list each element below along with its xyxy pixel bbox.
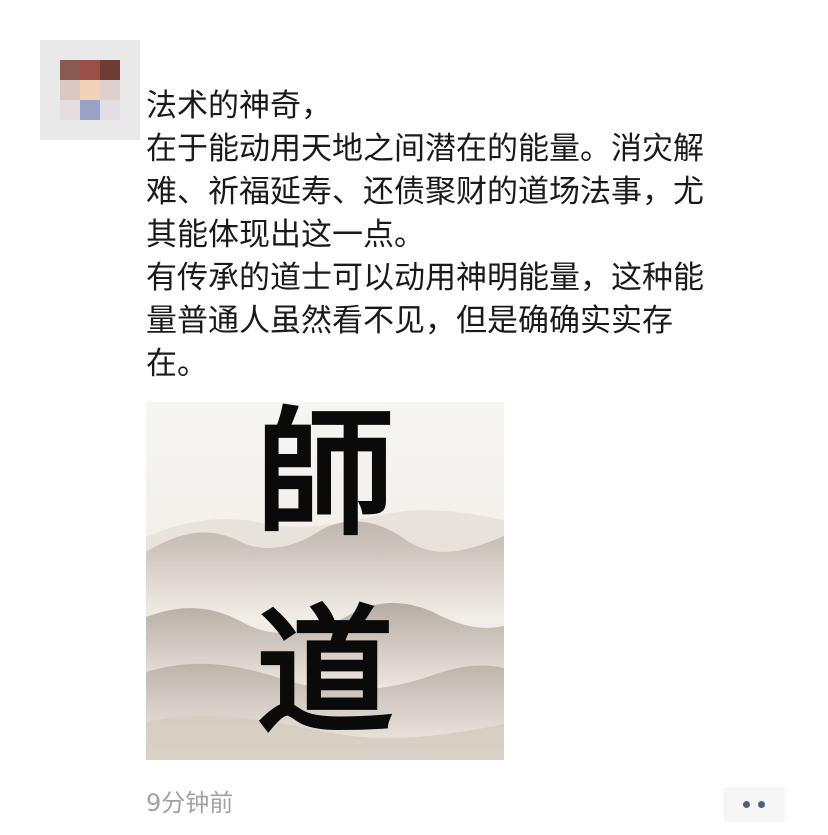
avatar-pixel: [60, 80, 80, 100]
avatar[interactable]: [40, 40, 140, 140]
avatar-pixel: [100, 60, 120, 80]
calligraphy-character-1: 師: [256, 402, 394, 555]
post-text-line: 在于能动用天地之间潜在的能量。消灾解: [146, 131, 704, 167]
post-text-line: 有传承的道士可以动用神明能量，这种能: [146, 260, 704, 296]
avatar-pixel: [100, 80, 120, 100]
avatar-pixel: [60, 100, 80, 120]
more-button[interactable]: [723, 787, 785, 822]
post-text-line: 法术的神奇，: [146, 88, 332, 124]
post-time: 9分钟前: [146, 789, 234, 817]
avatar-pixel: [80, 60, 100, 80]
post-image[interactable]: 師 道: [146, 402, 504, 760]
calligraphy-landscape-image: 師 道: [146, 402, 504, 760]
post-text-line: 在。: [146, 346, 208, 382]
post-text: 法术的神奇， 在于能动用天地之间潜在的能量。消灾解 难、祈福延寿、还债聚财的道场…: [146, 85, 786, 386]
post-text-line: 其能体现出这一点。: [146, 217, 425, 253]
dot-icon: [743, 801, 750, 808]
avatar-pixel: [100, 100, 120, 120]
post-text-line: 量普通人虽然看不见，但是确确实实存: [146, 303, 673, 339]
avatar-pixel: [80, 80, 100, 100]
avatar-pixel: [80, 100, 100, 120]
post-text-line: 难、祈福延寿、还债聚财的道场法事，尤: [146, 174, 704, 210]
calligraphy-character-2: 道: [256, 590, 394, 753]
dot-icon: [758, 801, 765, 808]
avatar-pixel: [60, 60, 80, 80]
